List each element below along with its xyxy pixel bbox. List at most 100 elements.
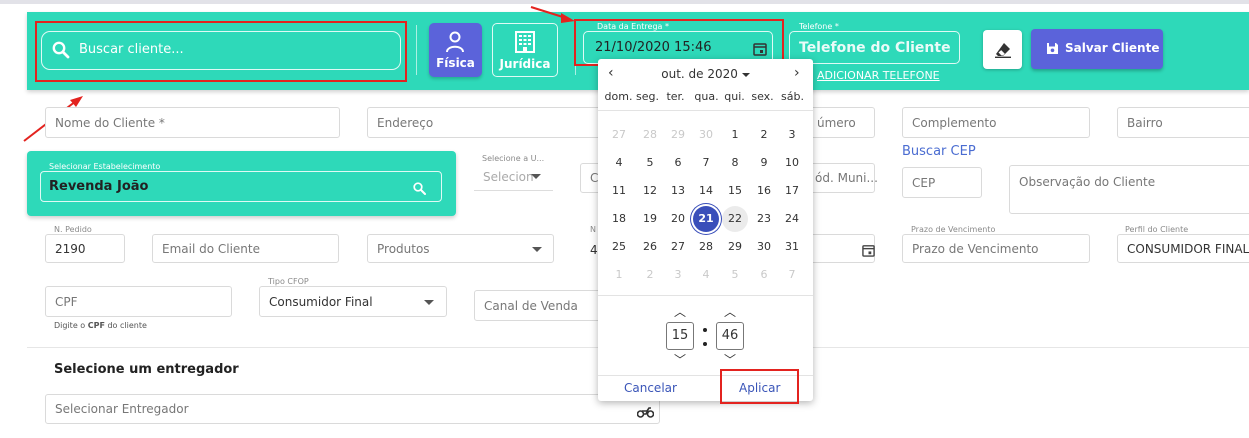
calendar-day[interactable]: 29 (722, 234, 748, 260)
order-number-value: 2190 (55, 241, 86, 256)
products-placeholder: Produtos (377, 241, 430, 256)
cep-placeholder: CEP (912, 175, 936, 190)
order-number-label: N. Pedido (54, 225, 92, 234)
cep-input[interactable]: CEP (902, 167, 982, 198)
establishment-card: Selecionar Estabelecimento Revenda João (27, 151, 456, 216)
calendar-day[interactable]: 20 (665, 206, 691, 232)
telefone-placeholder: Telefone do Cliente (799, 40, 951, 56)
establishment-select[interactable]: Revenda João (40, 171, 442, 202)
chevron-down-icon (424, 300, 434, 305)
observation-textarea[interactable]: Observação do Cliente (1009, 165, 1249, 214)
date-input[interactable] (807, 234, 875, 263)
calendar-icon[interactable] (862, 242, 875, 261)
calendar-day[interactable]: 26 (637, 234, 663, 260)
due-term-input[interactable]: Prazo de Vencimento (902, 234, 1090, 263)
calendar-day[interactable]: 5 (637, 150, 663, 176)
weekday-label: sex. (751, 90, 774, 103)
complement-input[interactable]: Complemento (902, 107, 1090, 138)
establishment-label: Selecionar Estabelecimento (49, 162, 161, 171)
minute-up-icon[interactable]: ︿ (722, 303, 738, 320)
calendar-day[interactable]: 1 (722, 122, 748, 148)
select-u-dropdown[interactable]: Selecion (474, 163, 553, 191)
add-phone-link[interactable]: ADICIONAR TELEFONE (817, 69, 940, 82)
calendar-day: 30 (699, 128, 713, 141)
telefone-label: Telefone * (799, 22, 839, 31)
cpf-input[interactable]: CPF (45, 286, 232, 317)
sales-channel-select[interactable]: Canal de Venda (474, 290, 610, 321)
calendar-day[interactable]: 16 (751, 178, 777, 204)
calendar-day[interactable]: 7 (693, 150, 719, 176)
calendar-day[interactable]: 18 (606, 206, 632, 232)
calendar-day: 7 (788, 268, 796, 281)
calendar-day[interactable]: 17 (779, 178, 805, 204)
address-placeholder: Endereço (377, 115, 434, 130)
calendar-day[interactable]: 12 (637, 178, 663, 204)
calendar-day: 28 (643, 128, 657, 141)
save-client-button[interactable]: Salvar Cliente (1031, 29, 1163, 69)
buscar-cep-link[interactable]: Buscar CEP (902, 144, 976, 159)
products-select[interactable]: Produtos (367, 234, 554, 263)
calendar-day[interactable]: 24 (779, 206, 805, 232)
calendar-day: 2 (646, 268, 654, 281)
select-u-placeholder: Selecion (483, 169, 534, 184)
client-name-placeholder: Nome do Cliente * (55, 115, 165, 130)
due-term-label: Prazo de Vencimento (911, 225, 996, 234)
calendar-day[interactable]: 28 (693, 234, 719, 260)
calendar-day[interactable]: 23 (751, 206, 777, 232)
time-separator (703, 328, 707, 332)
calendar-day[interactable]: 11 (606, 178, 632, 204)
neighborhood-placeholder: Bairro (1127, 115, 1163, 130)
month-label: out. de 2020 (661, 67, 738, 81)
month-selector[interactable]: out. de 2020 (598, 67, 813, 81)
minute-down-icon[interactable]: ﹀ (722, 351, 738, 368)
calendar-day[interactable]: 3 (779, 122, 805, 148)
client-profile-select[interactable]: CONSUMIDOR FINAL (1117, 234, 1249, 263)
calendar-day[interactable]: 22 (722, 206, 748, 232)
cancel-button[interactable]: Cancelar (624, 381, 677, 395)
annotation-box-apply (720, 369, 799, 404)
hour-input[interactable]: 15 (666, 322, 694, 350)
calendar-day[interactable]: 31 (779, 234, 805, 260)
hour-up-icon[interactable]: ︿ (672, 303, 688, 320)
order-number-input[interactable]: 2190 (45, 234, 125, 263)
chevron-down-icon (531, 174, 541, 179)
client-name-input[interactable]: Nome do Cliente * (45, 107, 340, 138)
calendar-day[interactable]: 30 (751, 234, 777, 260)
calendar-day[interactable]: 4 (606, 150, 632, 176)
caret-down-icon (741, 72, 750, 77)
cod-municipio-input[interactable]: ód. Muni... (807, 163, 878, 193)
cfop-value: Consumidor Final (269, 294, 373, 309)
email-input[interactable]: Email do Cliente (152, 234, 339, 263)
calendar-day[interactable]: 6 (665, 150, 691, 176)
calendar-divider (598, 295, 813, 296)
selected-day[interactable]: 21 (693, 206, 719, 232)
calendar-day: 29 (671, 128, 685, 141)
calendar-day: 3 (674, 268, 682, 281)
address-input[interactable]: Endereço (367, 107, 607, 138)
minute-input[interactable]: 46 (716, 322, 744, 350)
complement-placeholder: Complemento (912, 115, 997, 130)
eraser-icon (995, 42, 1011, 62)
calendar-day[interactable]: 10 (779, 150, 805, 176)
weekday-label: qua. (694, 90, 719, 103)
motorcycle-icon (636, 403, 655, 422)
calendar-day[interactable]: 2 (751, 122, 777, 148)
calendar-day[interactable]: 15 (722, 178, 748, 204)
cpf-placeholder: CPF (55, 294, 78, 309)
cfop-select[interactable]: Consumidor Final (259, 286, 447, 317)
time-separator (703, 342, 707, 346)
cfop-label: Tipo CFOP (268, 277, 309, 286)
hour-down-icon[interactable]: ﹀ (672, 351, 688, 368)
calendar-day[interactable]: 8 (722, 150, 748, 176)
clear-button[interactable] (983, 30, 1022, 69)
establishment-value: Revenda João (49, 179, 149, 194)
neighborhood-input[interactable]: Bairro (1117, 107, 1249, 138)
number-input[interactable]: úmero (807, 107, 875, 138)
calendar-day[interactable]: 14 (693, 178, 719, 204)
deliverer-select[interactable]: Selecionar Entregador (45, 394, 660, 424)
calendar-day[interactable]: 27 (665, 234, 691, 260)
calendar-day[interactable]: 13 (665, 178, 691, 204)
calendar-day[interactable]: 19 (637, 206, 663, 232)
calendar-day[interactable]: 25 (606, 234, 632, 260)
calendar-day[interactable]: 9 (751, 150, 777, 176)
